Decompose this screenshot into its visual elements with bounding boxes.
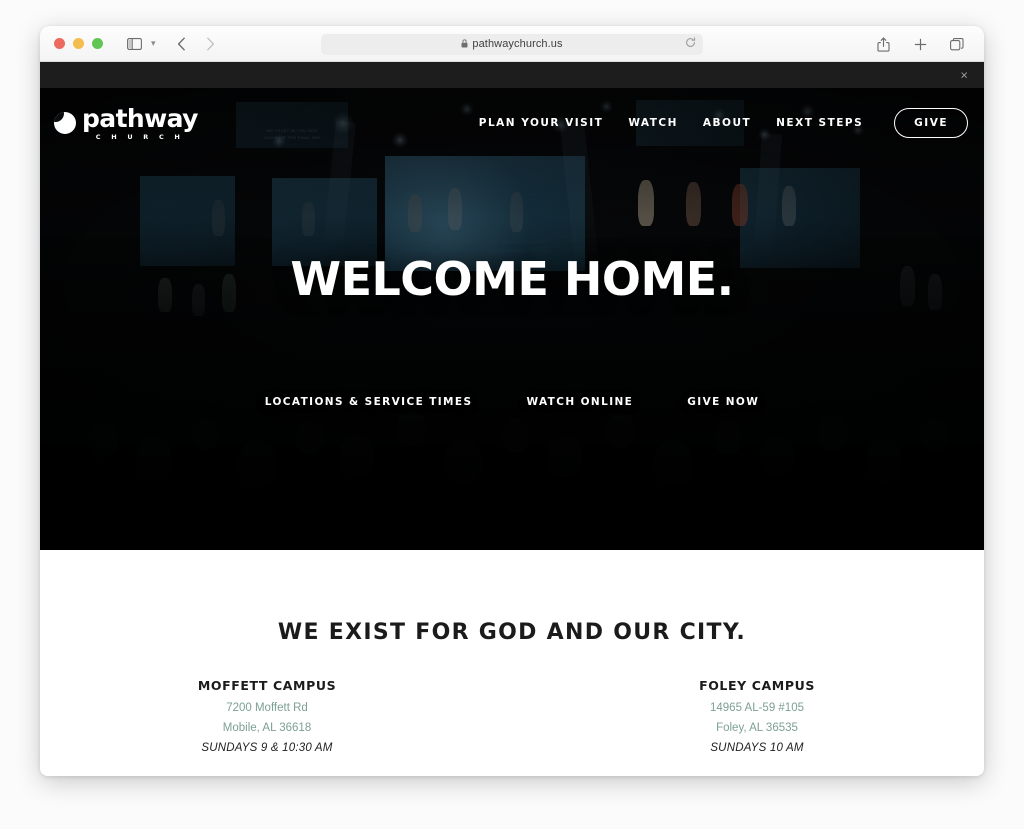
browser-window: ▾ pathwaychurch.us × pathway C H U R C H… bbox=[40, 26, 984, 776]
close-window-button[interactable] bbox=[54, 38, 65, 49]
hero-section: WE TRUST IN YOU GOD YOU HAVE THE FINAL S… bbox=[40, 88, 984, 550]
campus-name: FOLEY CAMPUS bbox=[699, 678, 815, 693]
site-navigation: pathway C H U R C H PLAN YOUR VISIT WATC… bbox=[40, 88, 984, 158]
site-logo[interactable]: pathway C H U R C H bbox=[54, 106, 198, 141]
campus-moffett: MOFFETT CAMPUS 7200 Moffett Rd Mobile, A… bbox=[172, 678, 362, 754]
webpage-viewport: × WE TRUST IN YOU GOD YOU HAVE THE FINAL… bbox=[40, 62, 984, 776]
campus-address-line-1[interactable]: 14965 AL-59 #105 bbox=[662, 699, 852, 719]
address-bar[interactable]: pathwaychurch.us bbox=[321, 33, 703, 55]
cta-give-now[interactable]: GIVE NOW bbox=[687, 396, 759, 408]
back-arrow-icon[interactable] bbox=[169, 32, 195, 56]
tab-overview-icon[interactable] bbox=[944, 32, 970, 56]
browser-toolbar: ▾ pathwaychurch.us bbox=[40, 26, 984, 62]
campus-service-times: SUNDAYS 9 & 10:30 AM bbox=[201, 741, 333, 754]
window-controls bbox=[54, 38, 103, 49]
sidebar-toggle-icon[interactable] bbox=[121, 32, 147, 56]
forward-arrow-icon[interactable] bbox=[198, 32, 224, 56]
pathway-logo-mark-icon bbox=[54, 112, 76, 134]
minimize-window-button[interactable] bbox=[73, 38, 84, 49]
plus-icon[interactable] bbox=[907, 32, 933, 56]
campus-address-line-2[interactable]: Foley, AL 36535 bbox=[662, 719, 852, 739]
hero-copy: WELCOME HOME. bbox=[40, 256, 984, 302]
logo-subtext: C H U R C H bbox=[95, 132, 185, 141]
campus-list: MOFFETT CAMPUS 7200 Moffett Rd Mobile, A… bbox=[40, 678, 984, 754]
section-heading: WE EXIST FOR GOD AND OUR CITY. bbox=[277, 620, 747, 645]
hero-title: WELCOME HOME. bbox=[290, 252, 734, 306]
nav-item-about[interactable]: ABOUT bbox=[703, 117, 751, 129]
nav-item-next-steps[interactable]: NEXT STEPS bbox=[776, 117, 863, 129]
campus-service-times: SUNDAYS 10 AM bbox=[710, 741, 804, 754]
close-icon[interactable]: × bbox=[960, 69, 968, 82]
campus-address-line-2[interactable]: Mobile, AL 36618 bbox=[172, 719, 362, 739]
share-icon[interactable] bbox=[870, 32, 896, 56]
nav-item-plan-your-visit[interactable]: PLAN YOUR VISIT bbox=[479, 117, 604, 129]
campus-name: MOFFETT CAMPUS bbox=[197, 678, 337, 693]
campus-address-line-1[interactable]: 7200 Moffett Rd bbox=[172, 699, 362, 719]
reload-icon[interactable] bbox=[685, 35, 696, 53]
maximize-window-button[interactable] bbox=[92, 38, 103, 49]
page-top-bar: × bbox=[40, 62, 984, 88]
give-button[interactable]: GIVE bbox=[894, 108, 968, 138]
lock-icon bbox=[461, 35, 468, 53]
cta-locations-service-times[interactable]: LOCATIONS & SERVICE TIMES bbox=[265, 396, 473, 408]
url-text: pathwaychurch.us bbox=[472, 38, 563, 50]
nav-item-watch[interactable]: WATCH bbox=[628, 117, 678, 129]
hero-cta-row: LOCATIONS & SERVICE TIMES WATCH ONLINE G… bbox=[40, 396, 984, 408]
cta-watch-online[interactable]: WATCH ONLINE bbox=[526, 396, 633, 408]
logo-wordmark: pathway bbox=[82, 103, 198, 133]
nav-links: PLAN YOUR VISIT WATCH ABOUT NEXT STEPS G… bbox=[479, 108, 968, 138]
chevron-down-icon[interactable]: ▾ bbox=[151, 38, 156, 49]
mission-section: WE EXIST FOR GOD AND OUR CITY. MOFFETT C… bbox=[40, 550, 984, 776]
campus-foley: FOLEY CAMPUS 14965 AL-59 #105 Foley, AL … bbox=[662, 678, 852, 754]
